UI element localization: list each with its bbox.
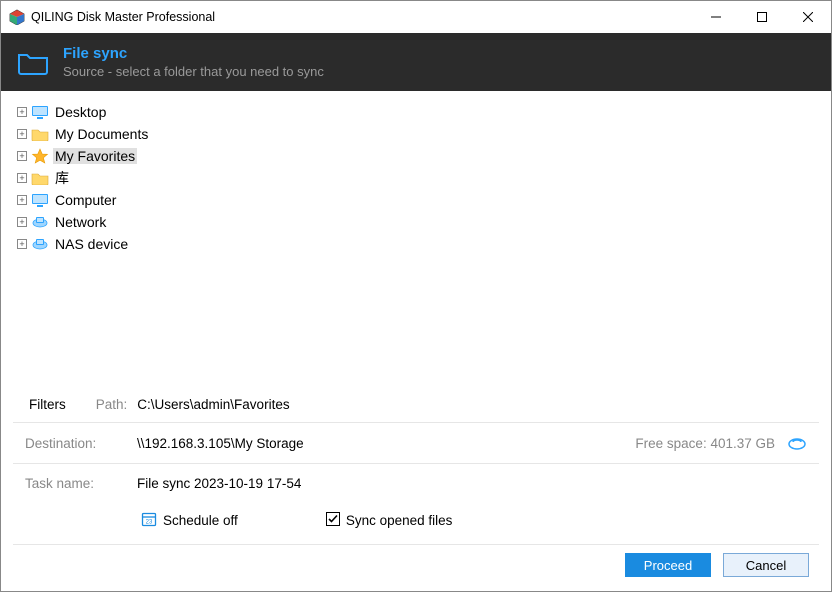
- checkbox-checked-icon: [326, 512, 340, 529]
- close-button[interactable]: [785, 1, 831, 33]
- expand-icon[interactable]: +: [17, 195, 27, 205]
- folder-icon: [31, 170, 49, 186]
- network-icon: [31, 214, 49, 230]
- destination-label: Destination:: [25, 436, 137, 451]
- tree-item-label: Network: [53, 214, 108, 230]
- free-space-label: Free space: 401.37 GB: [635, 436, 775, 451]
- tree-item-label: 库: [53, 168, 71, 188]
- body: +Desktop+My Documents+My Favorites+库+Com…: [1, 91, 831, 591]
- folder-sync-icon: [17, 49, 51, 75]
- expand-icon[interactable]: +: [17, 107, 27, 117]
- tree-item[interactable]: + My Documents: [17, 123, 815, 145]
- app-window: QILING Disk Master Professional File syn…: [0, 0, 832, 592]
- expand-icon[interactable]: +: [17, 239, 27, 249]
- tree-item[interactable]: + Network: [17, 211, 815, 233]
- minimize-button[interactable]: [693, 1, 739, 33]
- app-logo-icon: [9, 9, 25, 25]
- tree-item[interactable]: + NAS device: [17, 233, 815, 255]
- schedule-link[interactable]: 23 Schedule off: [141, 511, 238, 530]
- path-value: C:\Users\admin\Favorites: [137, 397, 289, 412]
- tree-item-label: My Documents: [53, 126, 150, 142]
- header-title: File sync: [63, 45, 324, 62]
- header: File sync Source - select a folder that …: [1, 33, 831, 91]
- window-title: QILING Disk Master Professional: [31, 10, 215, 24]
- folder-tree: +Desktop+My Documents+My Favorites+库+Com…: [1, 91, 831, 389]
- titlebar: QILING Disk Master Professional: [1, 1, 831, 33]
- tree-item[interactable]: + Computer: [17, 189, 815, 211]
- destination-row: Destination: \\192.168.3.105\My Storage …: [1, 423, 831, 463]
- tree-item[interactable]: + My Favorites: [17, 145, 815, 167]
- expand-icon[interactable]: +: [17, 129, 27, 139]
- tree-item-label: Computer: [53, 192, 118, 208]
- nas-select-icon[interactable]: [787, 435, 807, 451]
- star-icon: [31, 148, 49, 164]
- proceed-button[interactable]: Proceed: [625, 553, 711, 577]
- schedule-label: Schedule off: [163, 513, 238, 528]
- tree-item[interactable]: +库: [17, 167, 815, 189]
- tree-item[interactable]: + Desktop: [17, 101, 815, 123]
- network-icon: [31, 236, 49, 252]
- filters-row: Filters Path: C:\Users\admin\Favorites: [1, 389, 831, 422]
- monitor-icon: [31, 192, 49, 208]
- tree-item-label: Desktop: [53, 104, 108, 120]
- options-row: 23 Schedule off Sync opened files: [1, 503, 831, 544]
- maximize-button[interactable]: [739, 1, 785, 33]
- expand-icon[interactable]: +: [17, 151, 27, 161]
- filters-link[interactable]: Filters: [29, 397, 66, 412]
- expand-icon[interactable]: +: [17, 173, 27, 183]
- sync-opened-label: Sync opened files: [346, 513, 453, 528]
- sync-opened-checkbox[interactable]: Sync opened files: [326, 512, 453, 529]
- tree-item-label: NAS device: [53, 236, 130, 252]
- svg-text:23: 23: [146, 520, 153, 526]
- header-subtitle: Source - select a folder that you need t…: [63, 64, 324, 79]
- calendar-icon: 23: [141, 511, 157, 530]
- cancel-button[interactable]: Cancel: [723, 553, 809, 577]
- task-name-row: Task name: File sync 2023-10-19 17-54: [1, 464, 831, 503]
- expand-icon[interactable]: +: [17, 217, 27, 227]
- task-name-value[interactable]: File sync 2023-10-19 17-54: [137, 476, 301, 491]
- path-label: Path:: [96, 397, 128, 412]
- task-name-label: Task name:: [25, 476, 137, 491]
- footer: Proceed Cancel: [1, 545, 831, 591]
- tree-item-label: My Favorites: [53, 148, 137, 164]
- monitor-icon: [31, 104, 49, 120]
- destination-value[interactable]: \\192.168.3.105\My Storage: [137, 436, 304, 451]
- folder-icon: [31, 126, 49, 142]
